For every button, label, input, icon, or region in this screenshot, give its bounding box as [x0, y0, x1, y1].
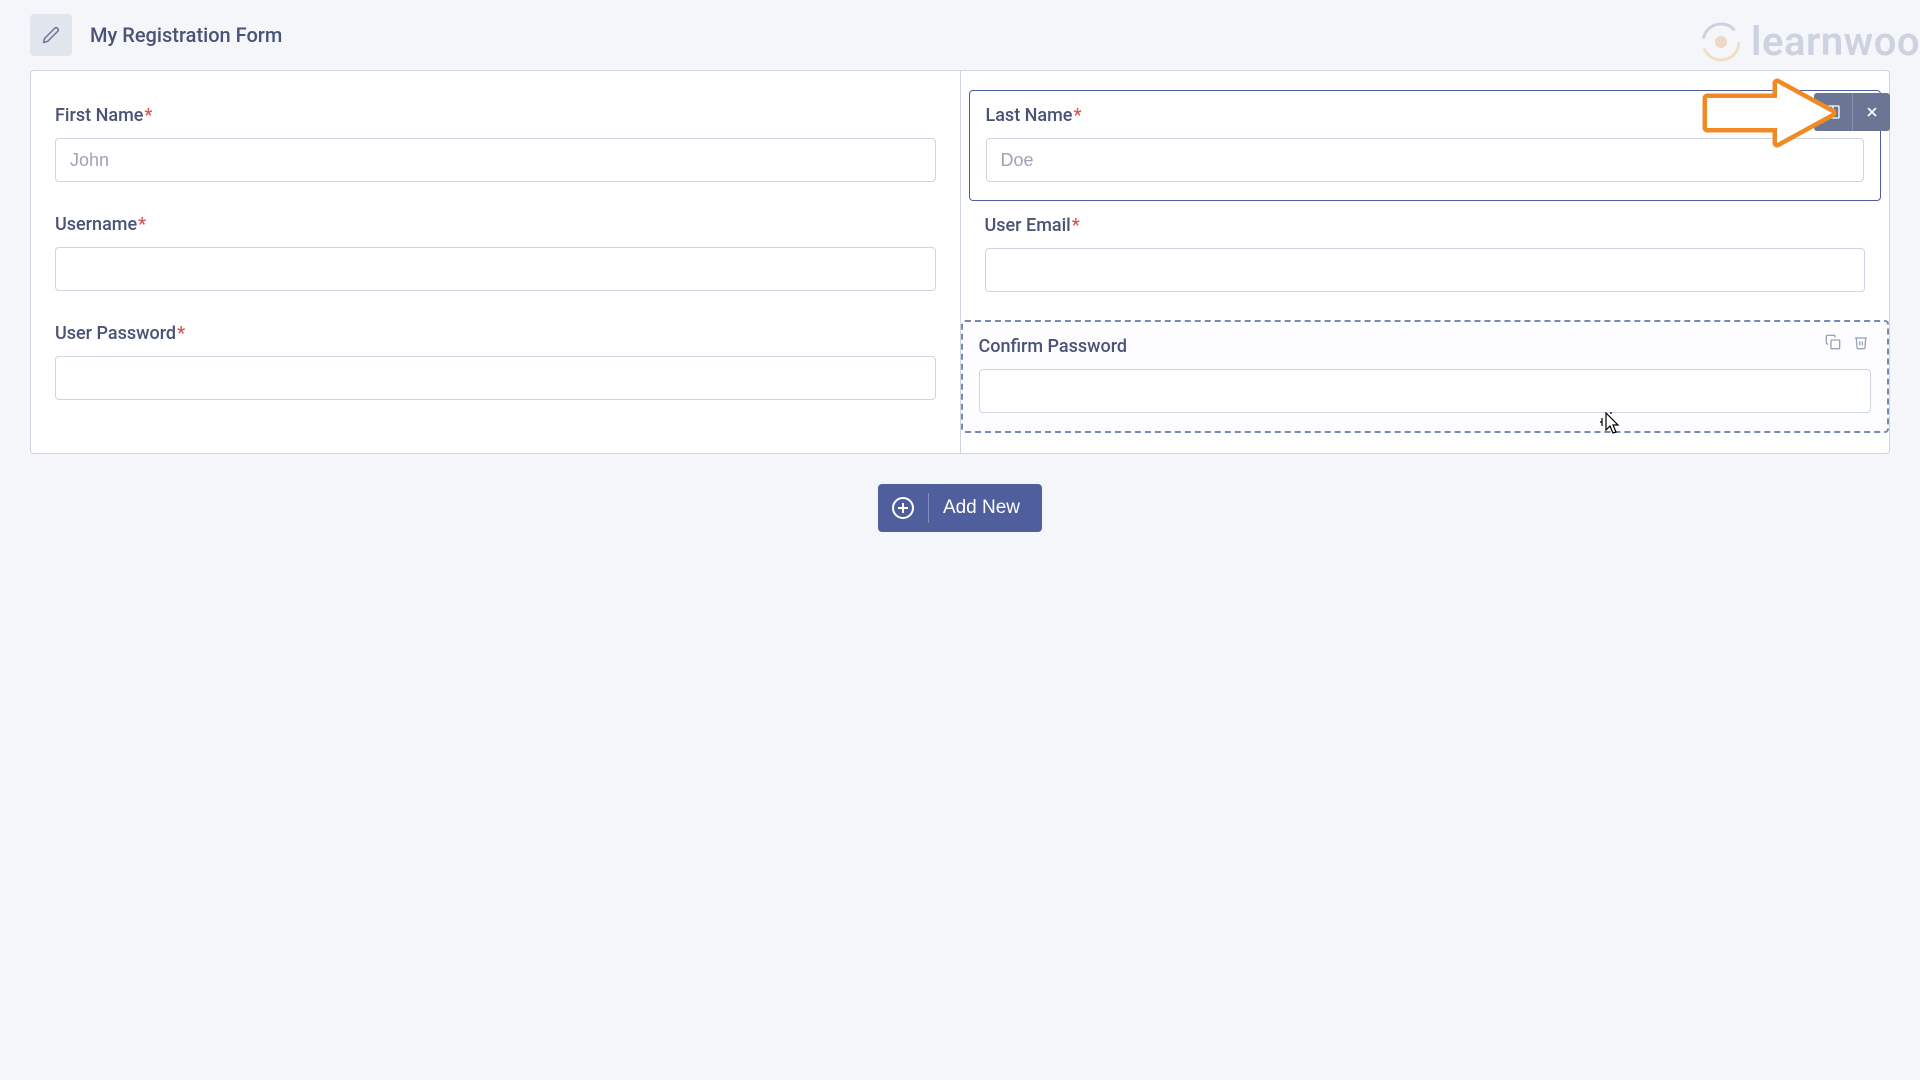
field-label: First Name*: [55, 105, 936, 126]
plus-icon: [892, 497, 914, 519]
field-user-password[interactable]: User Password*: [55, 309, 936, 418]
required-marker: *: [144, 105, 152, 126]
confirm-password-input[interactable]: [979, 369, 1872, 413]
pencil-icon: [42, 26, 60, 44]
username-input[interactable]: [55, 247, 936, 291]
remove-button[interactable]: [1852, 93, 1890, 131]
form-canvas: First Name* Username* User Password* Las…: [30, 70, 1890, 454]
brand-logo-text: learnwoo: [1751, 18, 1920, 65]
field-label: Username*: [55, 214, 936, 235]
first-name-input[interactable]: [55, 138, 936, 182]
trash-icon: [1853, 334, 1869, 350]
duplicate-button[interactable]: [1825, 334, 1841, 354]
field-username[interactable]: Username*: [55, 200, 936, 309]
field-action-icons: [1825, 334, 1869, 354]
user-password-input[interactable]: [55, 356, 936, 400]
field-confirm-password[interactable]: Confirm Password: [961, 320, 1890, 433]
column-left[interactable]: First Name* Username* User Password*: [31, 71, 961, 453]
field-label: User Password*: [55, 323, 936, 344]
brand-logo-icon: [1699, 20, 1743, 64]
field-first-name[interactable]: First Name*: [55, 91, 936, 200]
copy-icon: [1825, 334, 1841, 350]
annotation-arrow-icon: [1702, 78, 1842, 148]
close-icon: [1865, 105, 1879, 119]
required-marker: *: [177, 323, 185, 344]
edit-form-button[interactable]: [30, 14, 72, 56]
add-new-wrapper: Add New: [0, 484, 1920, 532]
field-label: Confirm Password: [979, 336, 1872, 357]
required-marker: *: [138, 214, 146, 235]
required-marker: *: [1072, 215, 1080, 236]
required-marker: *: [1073, 105, 1081, 126]
field-label: User Email*: [985, 215, 1866, 236]
form-builder-header: My Registration Form: [0, 0, 1920, 70]
form-title: My Registration Form: [90, 23, 282, 47]
add-new-button[interactable]: Add New: [878, 484, 1042, 532]
user-email-input[interactable]: [985, 248, 1866, 292]
brand-watermark: learnwoo: [1699, 18, 1920, 65]
field-user-email[interactable]: User Email*: [985, 201, 1866, 310]
add-new-label: Add New: [943, 497, 1020, 519]
divider: [928, 493, 929, 523]
delete-button[interactable]: [1853, 334, 1869, 354]
